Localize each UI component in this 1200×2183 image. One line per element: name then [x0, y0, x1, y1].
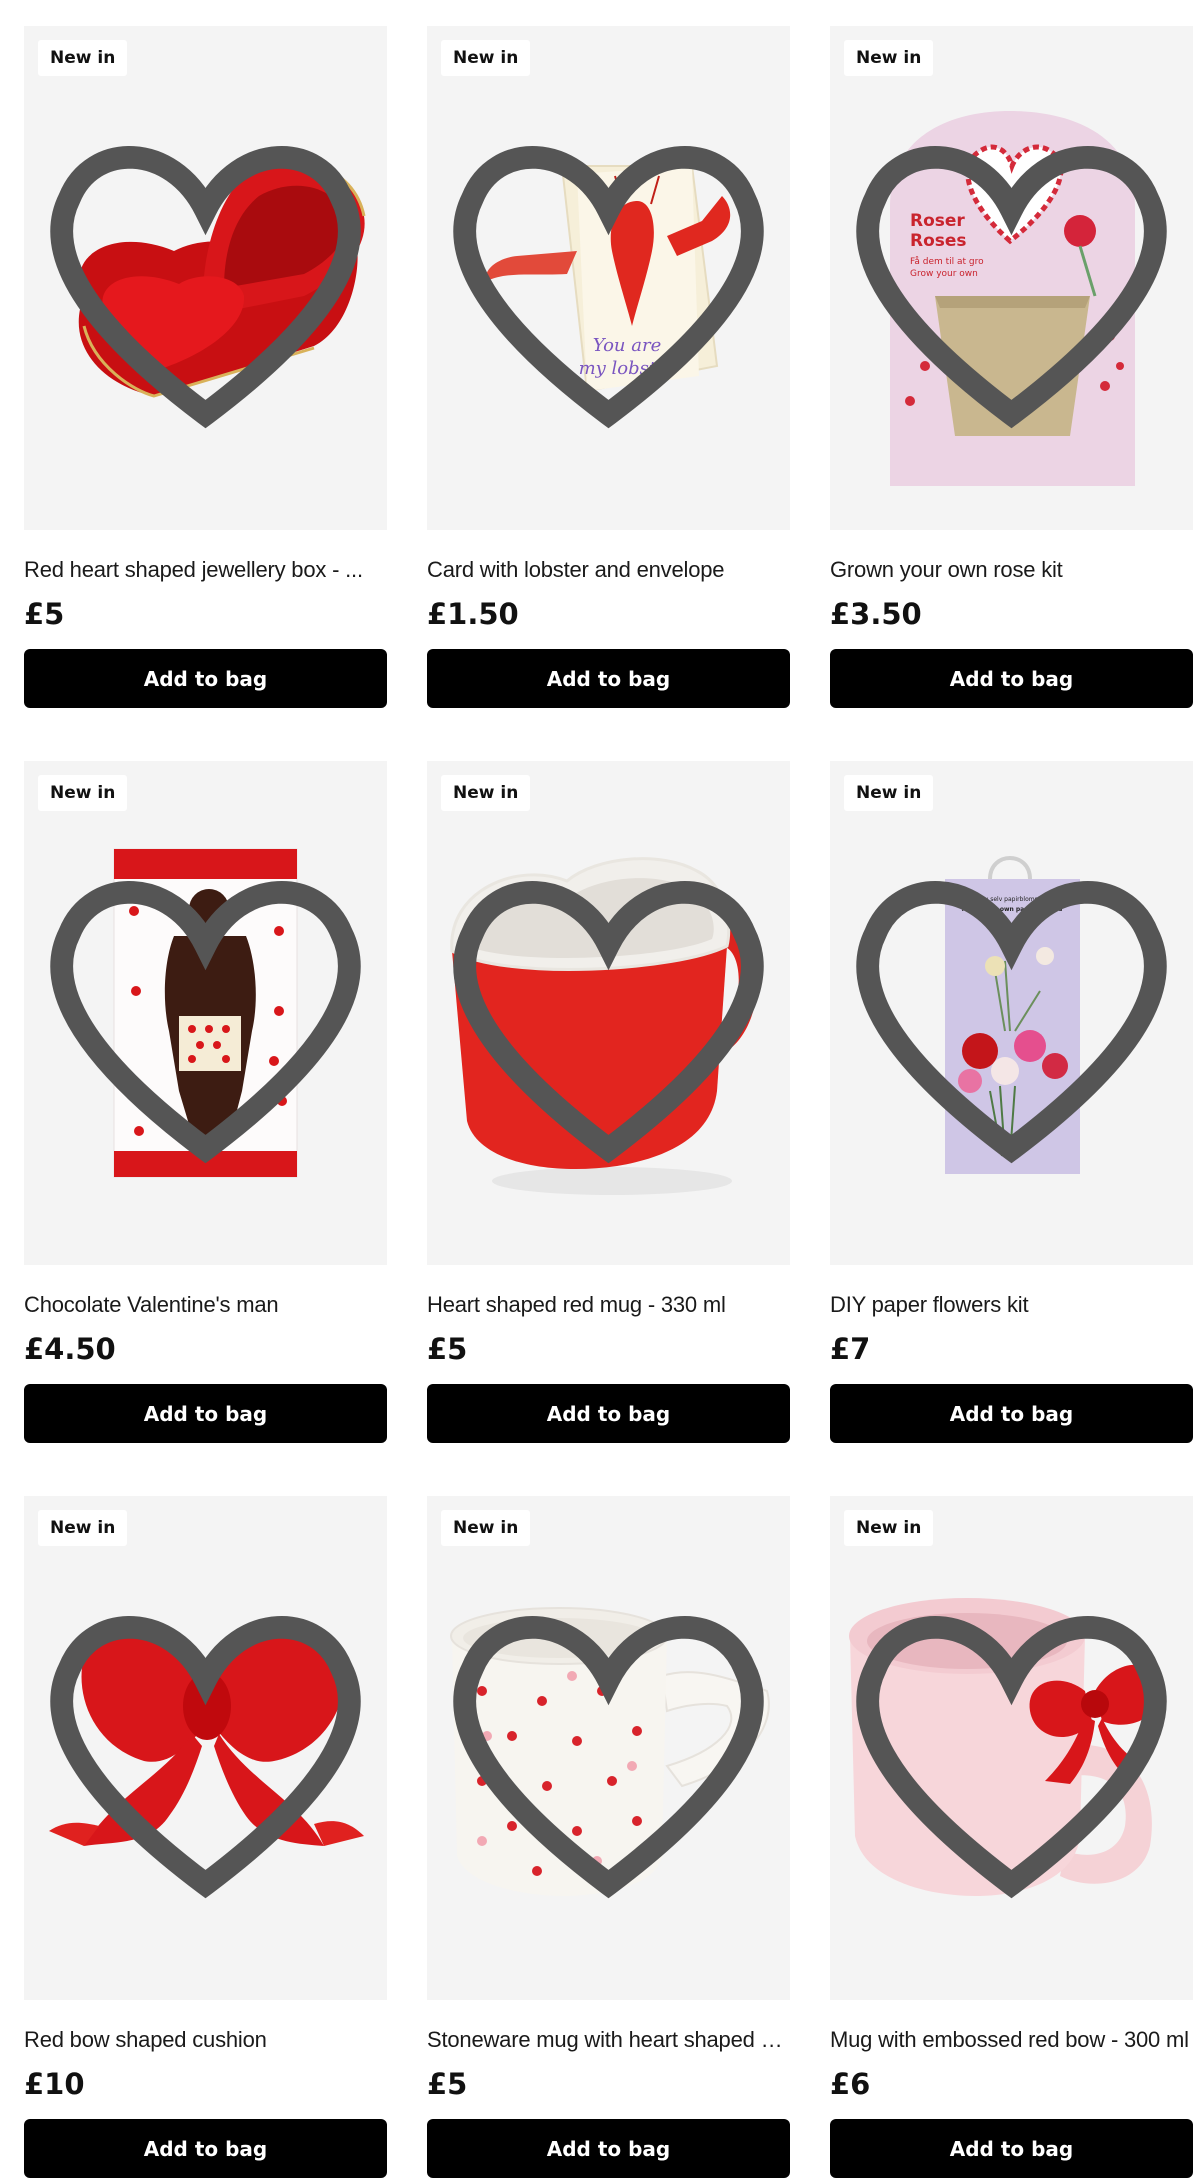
product-price: £5 — [427, 2067, 468, 2101]
product-price: £7 — [830, 1332, 871, 1366]
heart-outline-icon[interactable] — [427, 26, 790, 530]
add-to-bag-button[interactable]: Add to bag — [24, 1384, 387, 1443]
heart-outline-icon[interactable] — [427, 761, 790, 1265]
product-card: New in Red heart shaped jewellery box - … — [24, 26, 387, 708]
heart-outline-icon[interactable] — [24, 26, 387, 530]
heart-outline-icon[interactable] — [427, 1496, 790, 2000]
product-image[interactable]: New in — [830, 1496, 1193, 2000]
product-name[interactable]: Card with lobster and envelope — [427, 557, 790, 583]
product-name[interactable]: Red heart shaped jewellery box - ... — [24, 557, 387, 583]
product-card: New in Heart shaped red mug - 330 ml £5 … — [427, 761, 790, 1443]
product-card: Roser Roses Få dem til at gro Grow your … — [830, 26, 1193, 708]
product-image[interactable]: New in — [24, 1496, 387, 2000]
product-image[interactable]: New in — [24, 761, 387, 1265]
heart-outline-icon[interactable] — [24, 1496, 387, 2000]
product-card: New in Red bow shaped cushion £10 Add to… — [24, 1496, 387, 2178]
product-price: £6 — [830, 2067, 871, 2101]
add-to-bag-button[interactable]: Add to bag — [427, 1384, 790, 1443]
product-price: £1.50 — [427, 597, 519, 631]
product-card: Lav selv papirblomster Make-your-own pap… — [830, 761, 1193, 1443]
product-price: £4.50 — [24, 1332, 116, 1366]
product-name[interactable]: Chocolate Valentine's man — [24, 1292, 387, 1318]
heart-outline-icon[interactable] — [24, 761, 387, 1265]
heart-outline-icon[interactable] — [830, 1496, 1193, 2000]
product-name[interactable]: Red bow shaped cushion — [24, 2027, 387, 2053]
heart-outline-icon[interactable] — [830, 761, 1193, 1265]
product-name[interactable]: Heart shaped red mug - 330 ml — [427, 1292, 790, 1318]
product-image[interactable]: Roser Roses Få dem til at gro Grow your … — [830, 26, 1193, 530]
product-name[interactable]: Grown your own rose kit — [830, 557, 1193, 583]
product-image[interactable]: You are my lobster New in — [427, 26, 790, 530]
product-card: New in Stoneware mug with heart shaped h… — [427, 1496, 790, 2178]
product-image[interactable]: New in — [427, 1496, 790, 2000]
product-grid: New in Red heart shaped jewellery box - … — [24, 26, 1194, 2178]
add-to-bag-button[interactable]: Add to bag — [24, 649, 387, 708]
product-price: £10 — [24, 2067, 85, 2101]
add-to-bag-button[interactable]: Add to bag — [24, 2119, 387, 2178]
product-image[interactable]: Lav selv papirblomster Make-your-own pap… — [830, 761, 1193, 1265]
product-card: New in Chocolate Valentine's man £4.50 A… — [24, 761, 387, 1443]
product-image[interactable]: New in — [24, 26, 387, 530]
product-name[interactable]: DIY paper flowers kit — [830, 1292, 1193, 1318]
product-name[interactable]: Mug with embossed red bow - 300 ml — [830, 2027, 1193, 2053]
product-card: New in Mug with embossed red bow - 300 m… — [830, 1496, 1193, 2178]
add-to-bag-button[interactable]: Add to bag — [427, 649, 790, 708]
product-name[interactable]: Stoneware mug with heart shaped h... — [427, 2027, 790, 2053]
product-price: £5 — [427, 1332, 468, 1366]
product-price: £3.50 — [830, 597, 922, 631]
product-price: £5 — [24, 597, 65, 631]
product-card: You are my lobster New in Card with lobs… — [427, 26, 790, 708]
add-to-bag-button[interactable]: Add to bag — [427, 2119, 790, 2178]
add-to-bag-button[interactable]: Add to bag — [830, 1384, 1193, 1443]
heart-outline-icon[interactable] — [830, 26, 1193, 530]
add-to-bag-button[interactable]: Add to bag — [830, 649, 1193, 708]
add-to-bag-button[interactable]: Add to bag — [830, 2119, 1193, 2178]
product-image[interactable]: New in — [427, 761, 790, 1265]
